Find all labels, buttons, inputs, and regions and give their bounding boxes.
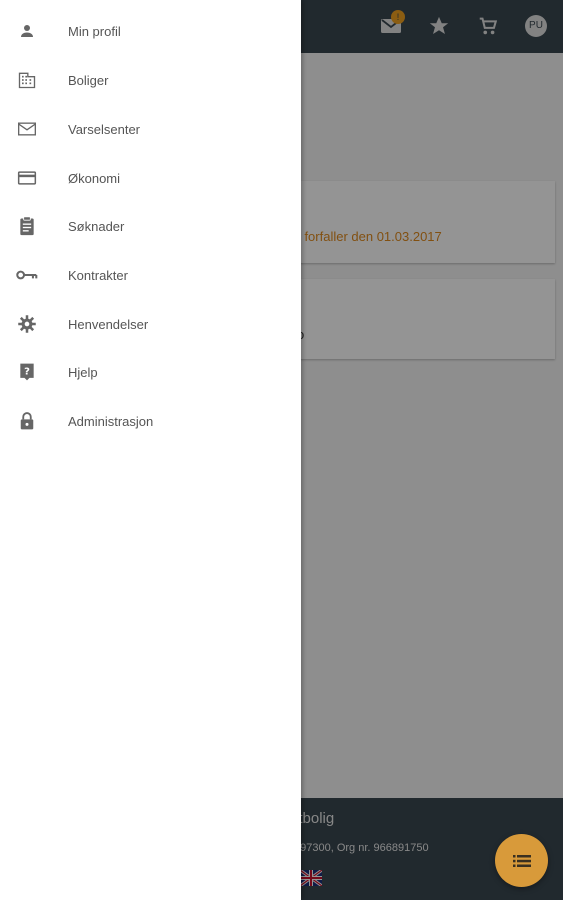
menu-item-boliger[interactable]: Boliger xyxy=(0,57,301,105)
menu-item-varselsenter[interactable]: Varselsenter xyxy=(0,106,301,154)
gear-icon xyxy=(16,313,38,335)
menu-item-label: Administrasjon xyxy=(68,414,154,429)
menu-item-label: Søknader xyxy=(68,219,125,234)
menu-fab[interactable] xyxy=(495,834,548,887)
menu-item-soknader[interactable]: Søknader xyxy=(0,203,301,251)
menu-item-label: Boliger xyxy=(68,73,109,88)
person-icon xyxy=(16,20,38,42)
menu-item-hjelp[interactable]: ? Hjelp xyxy=(0,349,301,397)
svg-text:?: ? xyxy=(24,367,30,378)
menu-item-label: Økonomi xyxy=(68,171,121,186)
help-icon: ? xyxy=(16,361,38,383)
navigation-drawer: Min profil Boliger Varselsenter Økonomi … xyxy=(0,0,301,900)
mail-outline-icon xyxy=(16,118,38,140)
lock-icon xyxy=(16,410,38,432)
menu-item-label: Henvendelser xyxy=(68,317,149,332)
key-icon xyxy=(16,264,38,286)
menu-item-kontrakter[interactable]: Kontrakter xyxy=(0,252,301,300)
menu-item-label: Kontrakter xyxy=(68,268,128,283)
menu-item-administrasjon[interactable]: Administrasjon xyxy=(0,398,301,446)
menu-item-label: Min profil xyxy=(68,24,121,39)
menu-item-label: Hjelp xyxy=(68,365,98,380)
credit-card-icon xyxy=(16,167,38,189)
menu-item-min-profil[interactable]: Min profil xyxy=(0,8,301,56)
menu-item-okonomi[interactable]: Økonomi xyxy=(0,155,301,203)
clipboard-icon xyxy=(16,215,38,237)
menu-item-label: Varselsenter xyxy=(68,122,141,137)
building-icon xyxy=(16,69,38,91)
menu-item-henvendelser[interactable]: Henvendelser xyxy=(0,301,301,349)
list-icon xyxy=(512,854,531,867)
